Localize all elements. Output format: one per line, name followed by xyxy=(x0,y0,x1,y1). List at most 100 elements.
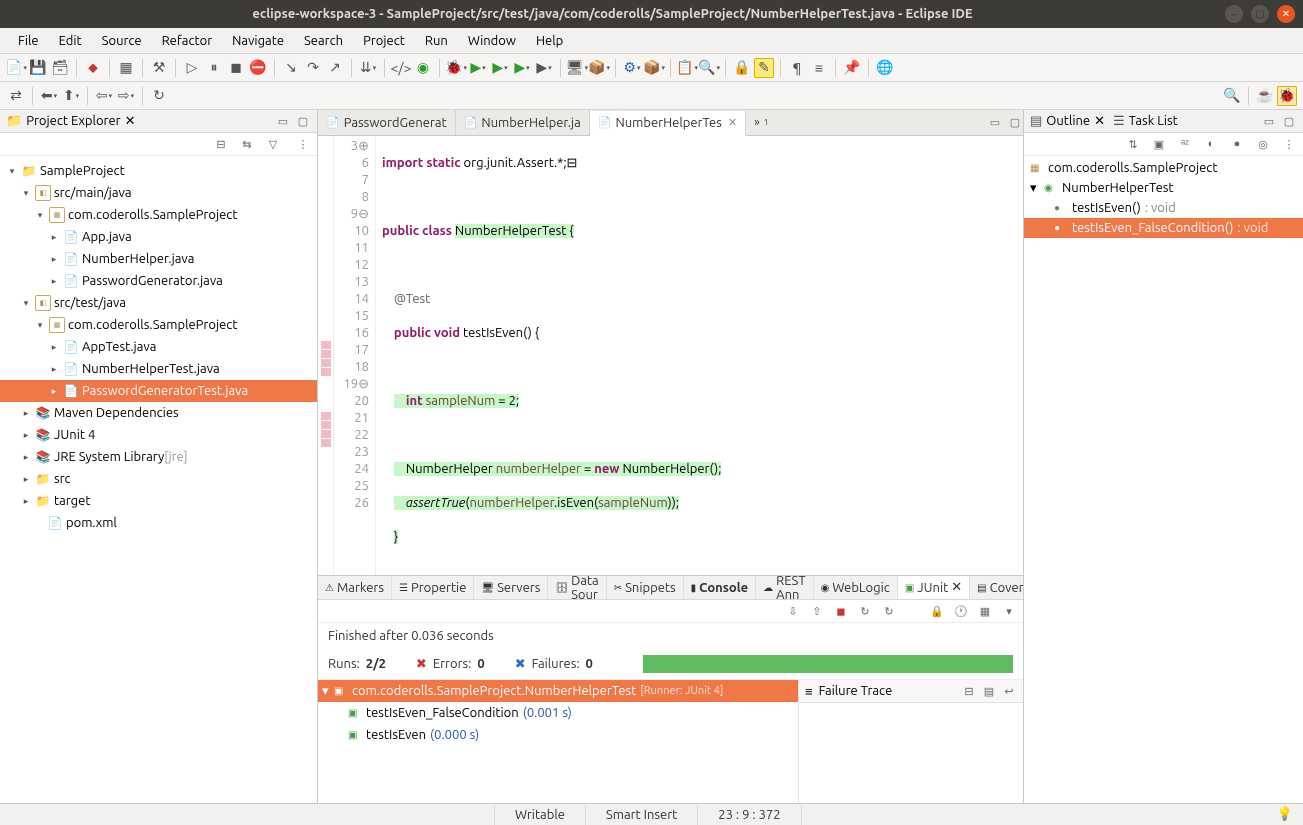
tip-icon[interactable]: 💡 xyxy=(1277,807,1293,822)
new-icon[interactable]: 📄 xyxy=(6,58,26,78)
junit-close-icon[interactable]: ✕ xyxy=(951,580,962,595)
menu-file[interactable]: File xyxy=(8,30,49,52)
outline-tree[interactable]: ▦com.coderolls.SampleProject ▾◉NumberHel… xyxy=(1024,156,1303,803)
stepover-icon[interactable]: ↷ xyxy=(303,58,323,78)
disconnect-icon[interactable]: ⛔ xyxy=(248,58,268,78)
suspend-icon[interactable]: ⏸ xyxy=(204,58,224,78)
tab-restann[interactable]: ☁REST Ann xyxy=(756,576,813,599)
filter-icon[interactable]: ▽ xyxy=(265,136,281,152)
forward-icon[interactable]: ⇨ xyxy=(116,86,136,106)
menu-edit[interactable]: Edit xyxy=(49,30,92,52)
back-icon[interactable]: ⇦ xyxy=(94,86,114,106)
tree-file-numberhelpertest[interactable]: ▸📄NumberHelperTest.java xyxy=(0,358,317,380)
save-all-icon[interactable]: 🗃 xyxy=(50,58,70,78)
tree-file-numberhelper[interactable]: ▸📄NumberHelper.java xyxy=(0,248,317,270)
menu-project[interactable]: Project xyxy=(353,30,415,52)
pin-icon[interactable]: 📌 xyxy=(842,58,862,78)
focus-icon[interactable]: ◎ xyxy=(1255,136,1271,152)
tab-markers[interactable]: ⚠Markers xyxy=(318,576,392,599)
nav-back-icon[interactable]: ⬅ xyxy=(39,86,59,106)
code-editor[interactable]: 3⊕6789⊖10111213141516171819⊖202122232425… xyxy=(318,136,1023,575)
tree-pom[interactable]: 📄pom.xml xyxy=(0,512,317,534)
link-icon[interactable]: ⇄ xyxy=(6,86,26,106)
junit-rerunfail-icon[interactable]: ↻ xyxy=(881,603,897,619)
outline-package[interactable]: ▦com.coderolls.SampleProject xyxy=(1024,158,1303,178)
opentask-icon[interactable]: 📋 xyxy=(677,58,697,78)
tab-numberhelpertest[interactable]: 📄NumberHelperTes✕ xyxy=(590,111,746,136)
minimize-button[interactable]: – xyxy=(1225,5,1243,23)
nav-up-icon[interactable]: ⬆ xyxy=(61,86,81,106)
hide-static-icon[interactable]: ᵃᶻ xyxy=(1177,136,1193,152)
tree-file-app[interactable]: ▸📄App.java xyxy=(0,226,317,248)
tab-close-icon[interactable]: ✕ xyxy=(728,116,737,129)
outline-close-icon[interactable]: ✕ xyxy=(1094,114,1105,129)
close-button[interactable]: ✕ xyxy=(1277,5,1295,23)
minimize-view-icon[interactable]: ▭ xyxy=(275,113,291,129)
runlast-icon[interactable]: ▶ xyxy=(512,58,532,78)
tab-snippets[interactable]: ✂Snippets xyxy=(607,576,684,599)
run-icon[interactable]: ▶ xyxy=(468,58,488,78)
newjpa-icon[interactable]: 📦 xyxy=(589,58,609,78)
coverage-icon[interactable]: ▶ xyxy=(490,58,510,78)
view-menu-icon[interactable]: ⋮ xyxy=(295,136,311,152)
project-tree[interactable]: ▾📁SampleProject ▾◧src/main/java ▾▦com.co… xyxy=(0,156,317,803)
code-content[interactable]: import static org.junit.Assert.*;⊟ publi… xyxy=(376,136,1023,575)
tab-coverage[interactable]: ▤Coverage xyxy=(970,576,1023,599)
stop-icon[interactable]: ⬥ xyxy=(83,58,103,78)
junit-stop-icon[interactable]: ◼ xyxy=(833,603,849,619)
save-icon[interactable]: 💾 xyxy=(28,58,48,78)
newpackage-icon[interactable]: 📦 xyxy=(644,58,664,78)
outline-class[interactable]: ▾◉NumberHelperTest xyxy=(1024,178,1303,198)
junit-tree[interactable]: ▾▣com.coderolls.SampleProject.NumberHelp… xyxy=(318,680,798,803)
menu-source[interactable]: Source xyxy=(92,30,152,52)
tree-file-passwordgen[interactable]: ▸📄PasswordGenerator.java xyxy=(0,270,317,292)
toggle-icon[interactable]: ▦ xyxy=(116,58,136,78)
tab-properties[interactable]: ☰Propertie xyxy=(392,576,474,599)
outline-method2[interactable]: ●testIsEven_FalseCondition() : void xyxy=(1024,218,1303,238)
tree-pkg-test[interactable]: ▾▦com.coderolls.SampleProject xyxy=(0,314,317,336)
tree-pkg-main[interactable]: ▾▦com.coderolls.SampleProject xyxy=(0,204,317,226)
menu-run[interactable]: Run xyxy=(415,30,458,52)
compare-icon[interactable]: ⊟ xyxy=(961,683,977,699)
junit-history-icon[interactable]: 🕐 xyxy=(953,603,969,619)
hide-fields-icon[interactable]: ▣ xyxy=(1151,136,1167,152)
highlight-icon[interactable]: ✎ xyxy=(754,58,774,78)
junit-test2[interactable]: ▣testIsEven (0.000 s) xyxy=(318,724,798,746)
tree-junit[interactable]: ▸📚JUnit 4 xyxy=(0,424,317,446)
newserver-icon[interactable]: 🖥 xyxy=(567,58,587,78)
tree-src-folder[interactable]: ▸📁src xyxy=(0,468,317,490)
lock-icon[interactable]: 🔒 xyxy=(732,58,752,78)
filter-trace-icon[interactable]: ▤ xyxy=(981,683,997,699)
refresh-icon[interactable]: ↻ xyxy=(149,86,169,106)
web-icon[interactable]: 🌐 xyxy=(875,58,895,78)
resume-icon[interactable]: ▷ xyxy=(182,58,202,78)
editor-maximize-icon[interactable]: ▢ xyxy=(1007,115,1023,131)
menu-refactor[interactable]: Refactor xyxy=(152,30,223,52)
tree-target-folder[interactable]: ▸📁target xyxy=(0,490,317,512)
menu-window[interactable]: Window xyxy=(458,30,526,52)
external-icon[interactable]: ▶ xyxy=(534,58,554,78)
tab-junit[interactable]: ▣JUnit ✕ xyxy=(898,576,970,599)
tree-file-apptest[interactable]: ▸📄AppTest.java xyxy=(0,336,317,358)
wrap-icon[interactable]: ↩ xyxy=(1001,683,1017,699)
outline-method1[interactable]: ●testIsEven() : void xyxy=(1024,198,1303,218)
tree-src-test[interactable]: ▾◧src/test/java xyxy=(0,292,317,314)
toggle-comment-icon[interactable]: ¶ xyxy=(787,58,807,78)
tree-jre[interactable]: ▸📚JRE System Library [jre] xyxy=(0,446,317,468)
tab-passwordgenerat[interactable]: 📄PasswordGenerat xyxy=(318,110,456,135)
debug-icon[interactable]: 🐞 xyxy=(446,58,466,78)
build-icon[interactable]: ⚒ xyxy=(149,58,169,78)
junit-lock-icon[interactable]: 🔒 xyxy=(929,603,945,619)
junit-next-icon[interactable]: ⇧ xyxy=(809,603,825,619)
quickaccess-icon[interactable]: 🔍 xyxy=(1222,86,1242,106)
hide-local-icon[interactable]: ● xyxy=(1229,136,1245,152)
maximize-view-icon[interactable]: ▢ xyxy=(295,113,311,129)
perspective-java-icon[interactable]: ☕ xyxy=(1255,86,1275,106)
ant-icon[interactable]: </> xyxy=(391,58,411,78)
stepreturn-icon[interactable]: ↗ xyxy=(325,58,345,78)
junit-test1[interactable]: ▣testIsEven_FalseCondition (0.001 s) xyxy=(318,702,798,724)
outline-max-icon[interactable]: ▢ xyxy=(1281,113,1297,129)
tree-file-passwordgentest[interactable]: ▸📄PasswordGeneratorTest.java xyxy=(0,380,317,402)
tab-datasource[interactable]: 🗄Data Sour xyxy=(548,576,606,599)
junit-layout-icon[interactable]: ▦ xyxy=(977,603,993,619)
